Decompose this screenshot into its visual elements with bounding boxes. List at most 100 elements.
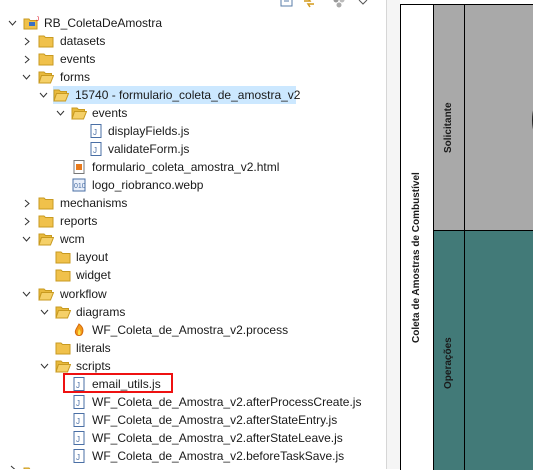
tree-item-project[interactable]: J RB_ColetaDeAmostra <box>0 14 386 32</box>
tree-item-label: datasets <box>60 34 106 48</box>
chevron-down-icon[interactable] <box>39 91 48 100</box>
js-file-icon: J <box>73 413 85 427</box>
tree-item-before-task-save[interactable]: J WF_Coleta_de_Amostra_v2.beforeTaskSave… <box>0 447 386 465</box>
folder-icon <box>55 342 71 355</box>
tree-item-scripts[interactable]: scripts <box>0 357 386 375</box>
tree-item-label: WF_Coleta_de_Amostra_v2.afterStateLeave.… <box>92 431 343 445</box>
js-file-icon: J <box>73 449 85 463</box>
folder-open-icon <box>38 71 54 84</box>
tree-item-reports[interactable]: reports <box>0 212 386 230</box>
folder-icon <box>55 269 71 282</box>
explorer-toolbar <box>276 0 376 10</box>
process-file-icon <box>74 323 84 336</box>
folder-icon <box>38 35 54 48</box>
tree-item-label: widget <box>76 268 111 282</box>
tree-item-form-html[interactable]: formulario_coleta_amostra_v2.html <box>0 158 386 176</box>
tree-item-label: literals <box>76 341 111 355</box>
tree-item-validateform[interactable]: J validateForm.js <box>0 140 386 158</box>
filters-icon[interactable] <box>332 0 346 9</box>
tree-item-label: WF_Coleta_de_Amostra_v2.process <box>92 323 289 337</box>
tree-item-layout[interactable]: layout <box>0 248 386 266</box>
lane-header-solicitante[interactable]: Solicitante <box>434 5 465 230</box>
tree-item-displayfields[interactable]: J displayFields.js <box>0 122 386 140</box>
chevron-right-icon[interactable] <box>22 217 31 226</box>
chevron-down-icon[interactable] <box>22 235 31 244</box>
tree-item-label: logo_riobranco.webp <box>92 178 204 192</box>
tree-item-diagrams[interactable]: diagrams <box>0 303 386 321</box>
binary-file-icon: 010 <box>72 178 86 192</box>
tree-item-form-folder[interactable]: 15740 - formulario_coleta_de_amostra_v2 <box>39 86 300 104</box>
svg-text:J: J <box>93 146 97 155</box>
tree-item-label: events <box>92 106 128 120</box>
process-diagram-canvas[interactable]: Coleta de Amostras de Combustível Solici… <box>400 4 533 470</box>
chevron-down-icon[interactable] <box>56 109 65 118</box>
svg-text:J: J <box>76 417 80 426</box>
tree-item-label: layout <box>76 250 109 264</box>
chevron-down-icon[interactable] <box>8 19 17 28</box>
folder-open-icon <box>55 306 71 319</box>
link-with-editor-icon[interactable] <box>302 0 316 9</box>
tree-item-datasets[interactable]: datasets <box>0 32 386 50</box>
chevron-right-icon[interactable] <box>22 37 31 46</box>
collapse-all-icon[interactable] <box>280 0 294 9</box>
chevron-down-icon[interactable] <box>22 73 31 82</box>
tree-item-label: forms <box>60 70 90 84</box>
lane-header-operacoes[interactable]: Operações <box>434 231 465 470</box>
tree-item-process[interactable]: WF_Coleta_de_Amostra_v2.process <box>0 321 386 339</box>
tree-item-label: WF_Coleta_de_Amostra_v2.afterStateEntry.… <box>92 413 338 427</box>
tree-item-label: mechanisms <box>60 196 128 210</box>
js-file-icon: J <box>90 124 102 138</box>
folder-open-icon <box>55 360 71 373</box>
folder-open-icon <box>71 107 87 120</box>
tree-item-after-process-create[interactable]: J WF_Coleta_de_Amostra_v2.afterProcessCr… <box>0 393 386 411</box>
tree-item-workflow[interactable]: workflow <box>0 285 386 303</box>
tree-item-logo[interactable]: 010 logo_riobranco.webp <box>0 176 386 194</box>
tree-item-wcm[interactable]: wcm <box>0 230 386 248</box>
tree-item-form-events[interactable]: events <box>0 104 386 122</box>
chevron-down-icon[interactable] <box>40 362 49 371</box>
project-icon <box>23 467 38 469</box>
folder-icon <box>38 215 54 228</box>
tree-item-label: workflow <box>60 287 107 301</box>
tree-item-literals[interactable]: literals <box>0 339 386 357</box>
editor-gutter <box>387 0 400 469</box>
tree-item-label: events <box>60 52 96 66</box>
svg-text:010: 010 <box>74 183 86 190</box>
lane-solicitante[interactable]: Solicitante <box>434 5 533 231</box>
chevron-right-icon[interactable] <box>22 199 31 208</box>
tree-item-forms[interactable]: forms <box>0 68 386 86</box>
lane-operacoes[interactable]: Operações <box>434 231 533 470</box>
tree-item-mechanisms[interactable]: mechanisms <box>0 194 386 212</box>
svg-text:J: J <box>36 17 39 23</box>
tree-item-label: wcm <box>60 232 85 246</box>
tree-item-after-state-entry[interactable]: J WF_Coleta_de_Amostra_v2.afterStateEntr… <box>0 411 386 429</box>
tree-item-widget[interactable]: widget <box>0 266 386 284</box>
svg-text:J: J <box>93 128 97 137</box>
html-file-icon <box>73 160 85 174</box>
js-file-icon: J <box>90 142 102 156</box>
chevron-right-icon[interactable] <box>22 55 31 64</box>
folder-icon <box>38 197 54 210</box>
chevron-right-icon[interactable] <box>8 465 17 469</box>
pool-label: Coleta de Amostras de Combustível <box>411 172 422 343</box>
chevron-down-icon[interactable] <box>22 290 31 299</box>
folder-icon <box>38 53 54 66</box>
tree-item-label: diagrams <box>76 305 126 319</box>
tree-item-label: validateForm.js <box>108 142 190 156</box>
tree-item-label: formulario_coleta_amostra_v2.html <box>92 160 280 174</box>
folder-open-icon <box>53 89 69 102</box>
pool-header[interactable]: Coleta de Amostras de Combustível <box>401 5 434 470</box>
tree-item-label: WF_Coleta_de_Amostra_v2.afterProcessCrea… <box>92 395 362 409</box>
tree-item-after-state-leave[interactable]: J WF_Coleta_de_Amostra_v2.afterStateLeav… <box>0 429 386 447</box>
view-menu-icon[interactable] <box>356 0 370 9</box>
tree-item-events[interactable]: events <box>0 50 386 68</box>
tree-item-email-utils[interactable]: J email_utils.js <box>0 375 386 393</box>
project-icon: J <box>23 17 39 30</box>
js-file-icon: J <box>73 395 85 409</box>
chevron-down-icon[interactable] <box>40 308 49 317</box>
js-file-icon: J <box>73 431 85 445</box>
highlight-box <box>63 373 173 393</box>
lane-label-solicitante: Solicitante <box>443 102 454 153</box>
folder-open-icon <box>38 233 54 246</box>
tree-item-partial[interactable] <box>0 465 386 469</box>
